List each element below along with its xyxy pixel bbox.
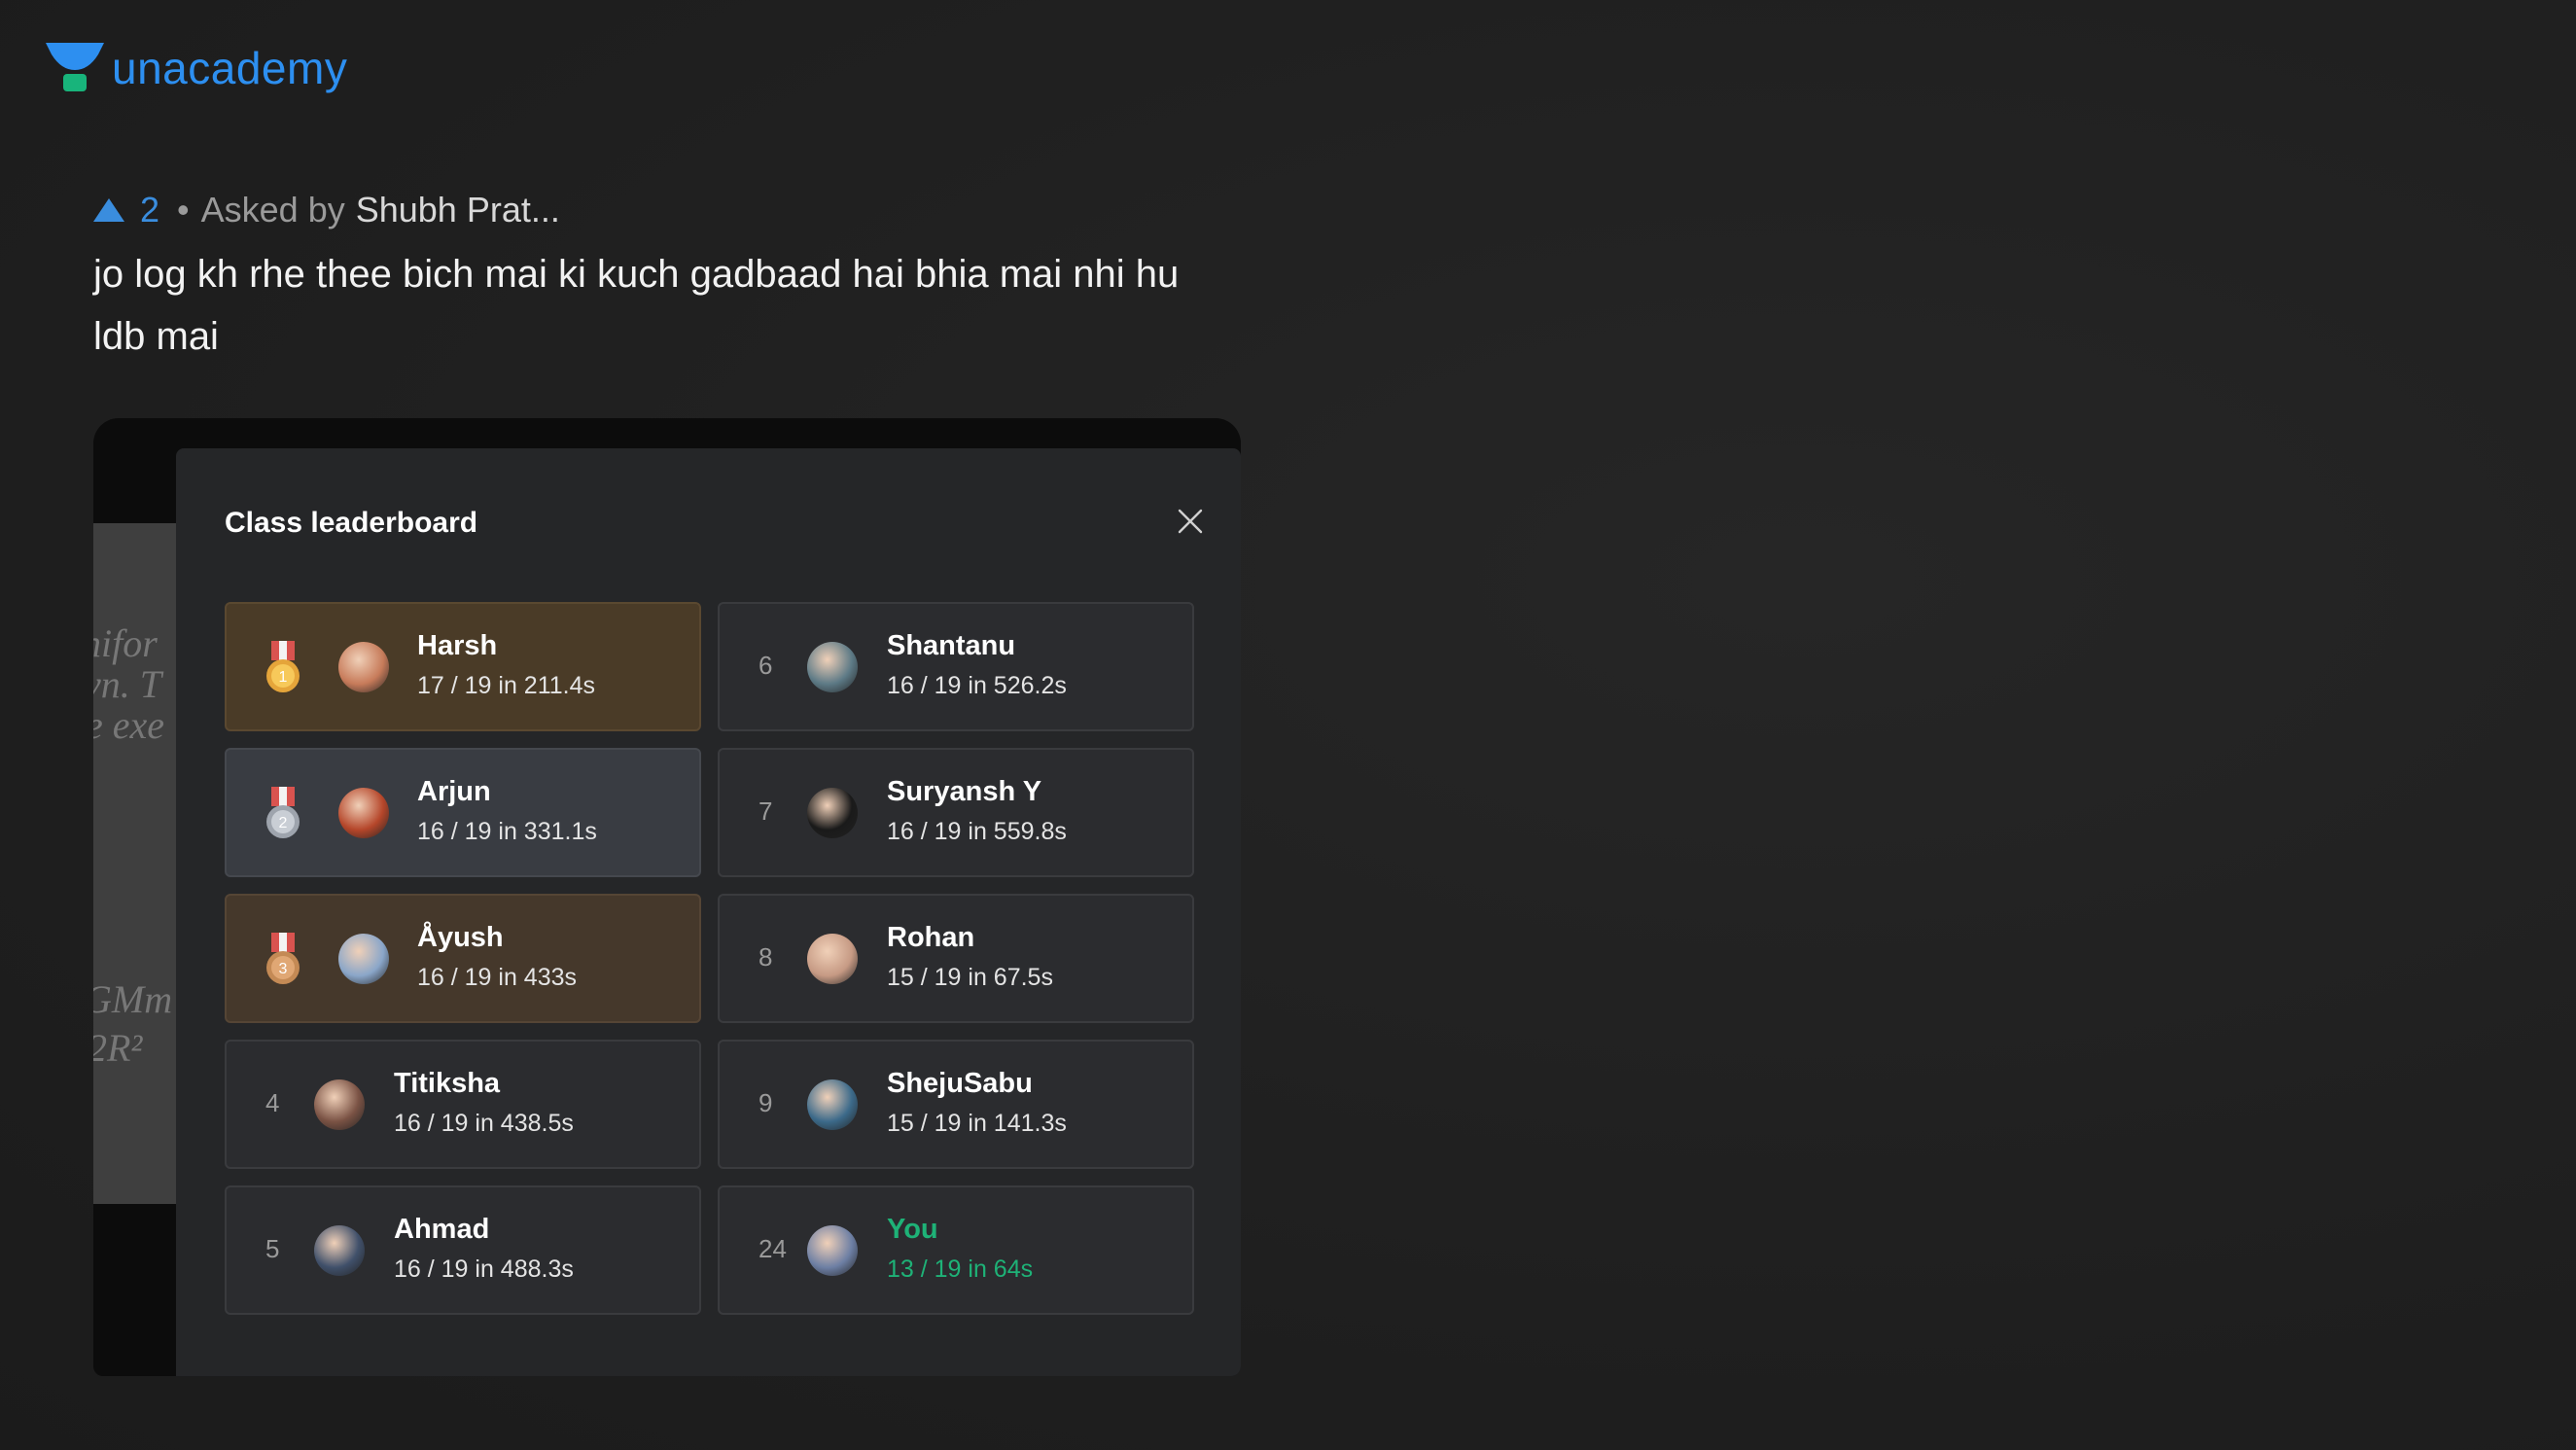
question-meta: 2 • Asked by Shubh Prat... [93,190,560,230]
rank-number: 7 [759,796,773,826]
leaderboard-title: Class leaderboard [225,507,478,539]
leaderboard-entry: 3 Åyush 16 / 19 in 433s [225,894,701,1023]
background-text: GMm [93,977,173,1021]
student-name: You [887,1214,938,1245]
student-score: 16 / 19 in 438.5s [394,1110,574,1137]
leaderboard-entry: 7 Suryansh Y 16 / 19 in 559.8s [718,748,1194,877]
avatar [338,642,389,692]
rank-number: 9 [759,1088,773,1117]
leaderboard-entry: 4 Titiksha 16 / 19 in 438.5s [225,1040,701,1169]
class-leaderboard-panel: Class leaderboard 1 Harsh 17 / 19 in 211.4… [176,448,1241,1376]
medal-rank: 2 [279,815,288,831]
leaderboard-entry: 8 Rohan 15 / 19 in 67.5s [718,894,1194,1023]
leaderboard-entry: 6 Shantanu 16 / 19 in 526.2s [718,602,1194,731]
unacademy-logo-icon [46,43,104,91]
rank-number: 24 [759,1234,787,1263]
student-score: 13 / 19 in 64s [887,1255,1034,1283]
bronze-medal-icon: 3 [266,933,300,984]
separator-dot: • [177,190,190,230]
student-name: ShejuSabu [887,1068,1033,1099]
rank-number: 8 [759,942,773,972]
student-score: 16 / 19 in 526.2s [887,672,1067,699]
student-score: 15 / 19 in 67.5s [887,964,1053,991]
background-text: vn. T [93,662,161,706]
student-name: Ahmad [394,1214,490,1245]
rank-number: 4 [265,1088,280,1117]
student-score: 15 / 19 in 141.3s [887,1110,1067,1137]
avatar [314,1079,365,1130]
student-name: Arjun [417,776,491,807]
asked-by-label: Asked by [200,190,345,230]
medal-rank: 3 [279,961,288,977]
student-name: Titiksha [394,1068,501,1099]
upvote-triangle-icon[interactable] [93,198,124,222]
rank-number: 6 [759,651,773,680]
rank-number: 5 [265,1234,280,1263]
avatar [807,934,858,984]
student-score: 17 / 19 in 211.4s [417,672,596,699]
background-text: e exe [93,703,165,747]
avatar [807,1225,858,1276]
student-name: Shantanu [887,630,1016,661]
leaderboard-grid: 1 Harsh 17 / 19 in 211.4s 6 Shantanu 16 / 19 … [225,602,1194,1315]
student-score: 16 / 19 in 331.1s [417,818,597,845]
avatar [807,788,858,838]
vote-count: 2 [140,190,160,230]
leaderboard-entry-you: 24 You 13 / 19 in 64s [718,1185,1194,1315]
background-text: nifor [93,621,158,665]
gold-medal-icon: 1 [266,641,300,692]
avatar [807,1079,858,1130]
student-name: Harsh [417,630,498,661]
asker-name[interactable]: Shubh Prat... [356,190,560,230]
student-score: 16 / 19 in 559.8s [887,818,1067,845]
student-name: Åyush [417,922,504,953]
question-text: jo log kh rhe thee bich mai ki kuch gadb… [93,253,1180,358]
medal-rank: 1 [279,669,288,686]
leaderboard-entry: 5 Ahmad 16 / 19 in 488.3s [225,1185,701,1315]
avatar [338,934,389,984]
student-score: 16 / 19 in 488.3s [394,1255,574,1283]
silver-medal-icon: 2 [266,787,300,838]
avatar [807,642,858,692]
avatar [338,788,389,838]
unacademy-logo[interactable]: unacademy [46,41,347,95]
brand-name: unacademy [112,43,348,93]
attached-screenshot[interactable]: nifor vn. T e exe GMm 2R² Class leaderbo… [93,418,1241,1376]
student-score: 16 / 19 in 433s [417,964,578,991]
background-text: 2R² [93,1026,143,1070]
avatar [314,1225,365,1276]
close-icon[interactable] [1176,507,1205,536]
leaderboard-entry: 2 Arjun 16 / 19 in 331.1s [225,748,701,877]
student-name: Rohan [887,922,975,953]
student-name: Suryansh Y [887,776,1042,807]
leaderboard-entry: 9 ShejuSabu 15 / 19 in 141.3s [718,1040,1194,1169]
leaderboard-entry: 1 Harsh 17 / 19 in 211.4s [225,602,701,731]
